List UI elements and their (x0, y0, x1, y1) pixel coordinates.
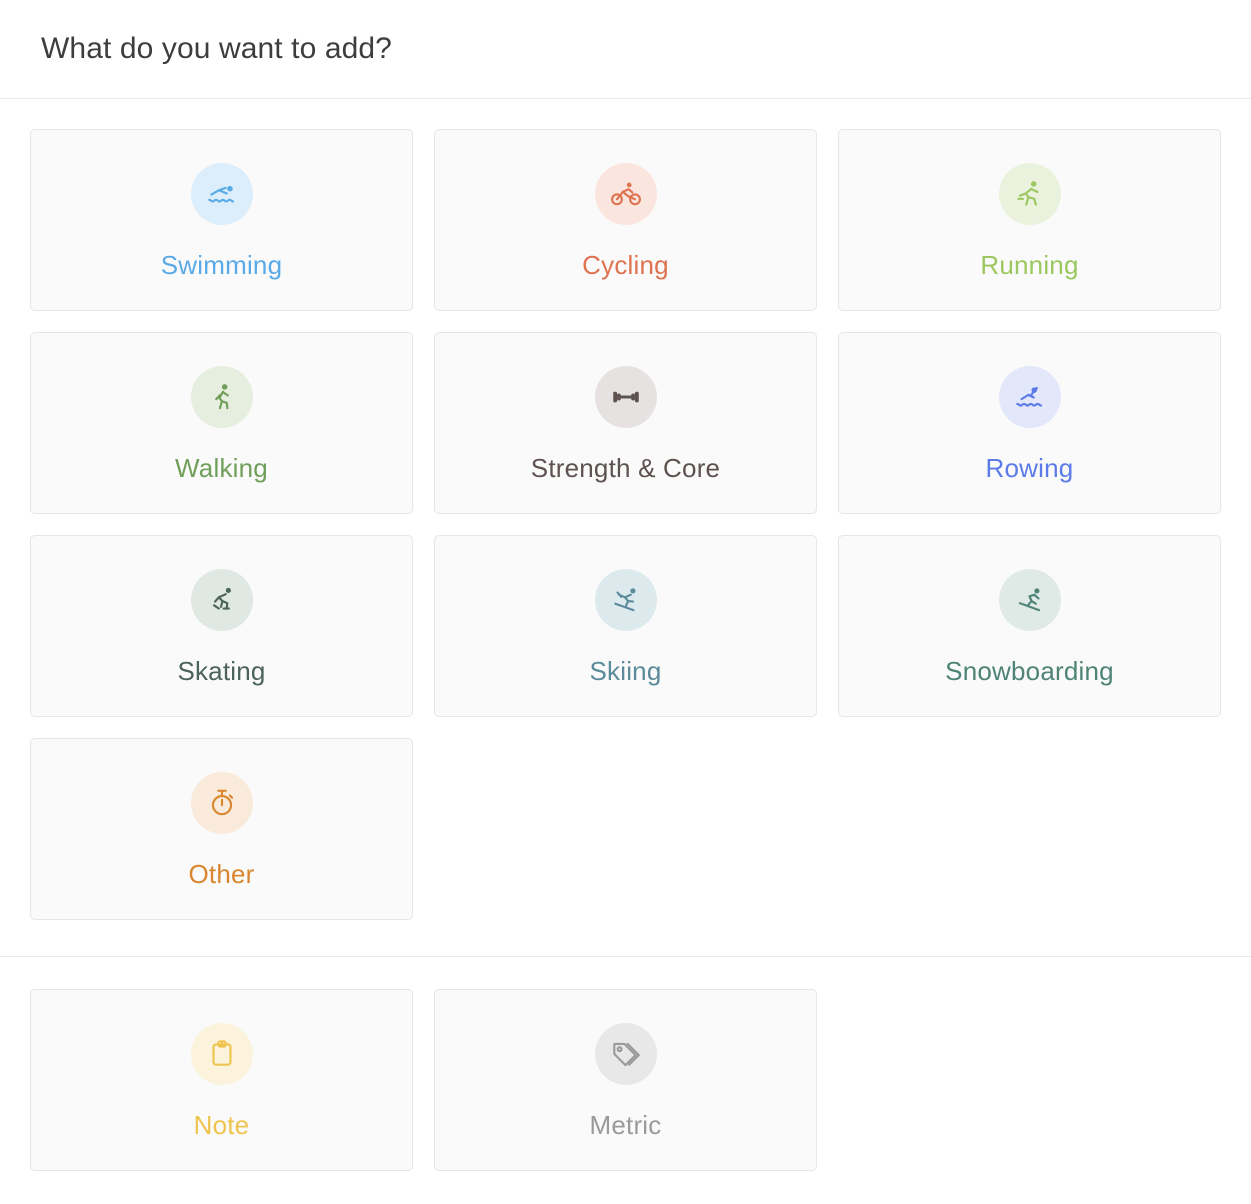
card-label-walking: Walking (175, 452, 268, 483)
clipboard-icon (190, 1022, 253, 1085)
extras-grid: Note Metric (30, 989, 1221, 1171)
card-walking[interactable]: Walking (30, 332, 413, 514)
dumbbell-icon (594, 365, 657, 428)
card-label-running: Running (980, 249, 1079, 280)
card-label-strength: Strength & Core (530, 452, 721, 483)
card-skiing[interactable]: Skiing (434, 535, 817, 717)
card-label-snowboarding: Snowboarding (945, 655, 1114, 686)
snowboarder-icon (998, 568, 1061, 631)
card-rowing[interactable]: Rowing (838, 332, 1221, 514)
card-label-skating: Skating (177, 655, 266, 686)
runner-icon (998, 162, 1061, 225)
activity-grid: Swimming Cycling Running Walking Strength & … (30, 129, 1221, 920)
card-label-note: Note (193, 1109, 250, 1140)
card-label-metric: Metric (589, 1109, 662, 1140)
stopwatch-icon (190, 771, 253, 834)
walker-icon (190, 365, 253, 428)
card-metric[interactable]: Metric (434, 989, 817, 1171)
other-entry-types-section: Note Metric (0, 956, 1251, 1171)
cyclist-icon (594, 162, 657, 225)
card-other[interactable]: Other (30, 738, 413, 920)
dialog-header: What do you want to add? (0, 0, 1251, 99)
add-entry-dialog: What do you want to add? Swimming Cycling… (0, 0, 1251, 1204)
rower-icon (998, 365, 1061, 428)
tags-icon (594, 1022, 657, 1085)
activity-types-section: Swimming Cycling Running Walking Strength & … (0, 99, 1251, 920)
swimmer-icon (190, 162, 253, 225)
card-running[interactable]: Running (838, 129, 1221, 311)
card-note[interactable]: Note (30, 989, 413, 1171)
skier-icon (594, 568, 657, 631)
card-skating[interactable]: Skating (30, 535, 413, 717)
card-label-skiing: Skiing (589, 655, 662, 686)
card-cycling[interactable]: Cycling (434, 129, 817, 311)
page-title: What do you want to add? (41, 32, 392, 65)
skater-icon (190, 568, 253, 631)
card-label-swimming: Swimming (160, 249, 283, 280)
card-label-cycling: Cycling (582, 249, 669, 280)
card-swimming[interactable]: Swimming (30, 129, 413, 311)
card-snowboarding[interactable]: Snowboarding (838, 535, 1221, 717)
card-label-rowing: Rowing (985, 452, 1074, 483)
card-label-other: Other (188, 858, 255, 889)
card-strength[interactable]: Strength & Core (434, 332, 817, 514)
